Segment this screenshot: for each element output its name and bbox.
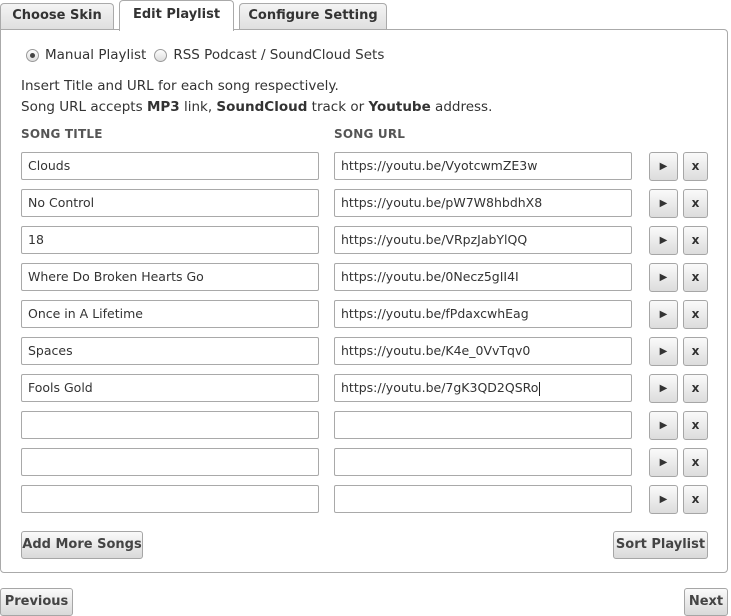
song-url-input[interactable] [334,485,632,513]
next-button[interactable]: Next [684,588,728,616]
song-row: Spaces https://youtu.be/K4e_0VvTqv0 ▶ x [21,337,711,366]
close-icon: x [691,159,700,173]
song-url-input[interactable]: https://youtu.be/pW7W8hbdhX8 [334,189,632,217]
song-url-input[interactable]: https://youtu.be/VyotcwmZE3w [334,152,632,180]
play-button[interactable]: ▶ [649,374,678,403]
help-line-2: Song URL accepts MP3 link, SoundCloud tr… [21,99,493,115]
close-icon: x [691,233,700,247]
delete-song-button[interactable]: x [683,448,708,477]
song-url-input[interactable]: https://youtu.be/0Necz5gII4I [334,263,632,291]
song-row: Fools Gold https://youtu.be/7gK3QD2QSRo ▶ x [21,374,711,403]
sort-playlist-button[interactable]: Sort Playlist [613,531,708,559]
tab-edit-playlist[interactable]: Edit Playlist [119,0,234,31]
song-title-input[interactable]: Fools Gold [21,374,319,402]
delete-song-button[interactable]: x [683,374,708,403]
play-icon: ▶ [659,272,668,283]
song-title-input[interactable] [21,448,319,476]
song-row: ▶ x [21,448,711,477]
previous-button[interactable]: Previous [0,588,73,616]
add-more-songs-button[interactable]: Add More Songs [21,531,143,559]
close-icon: x [691,418,700,432]
close-icon: x [691,307,700,321]
close-icon: x [691,492,700,506]
manual-playlist-radio[interactable] [26,48,39,62]
play-button[interactable]: ▶ [649,226,678,255]
help-line-1: Insert Title and URL for each song respe… [21,78,339,94]
song-url-input[interactable]: https://youtu.be/7gK3QD2QSRo [334,374,632,402]
delete-song-button[interactable]: x [683,411,708,440]
play-icon: ▶ [659,383,668,394]
edit-playlist-panel: Manual Playlist RSS Podcast / SoundCloud… [0,29,728,573]
song-row: Clouds https://youtu.be/VyotcwmZE3w ▶ x [21,152,711,181]
song-row: ▶ x [21,411,711,440]
rss-podcast-radio[interactable] [154,48,168,62]
close-icon: x [691,381,700,395]
delete-song-button[interactable]: x [683,337,708,366]
song-title-input[interactable]: Spaces [21,337,319,365]
close-icon: x [691,196,700,210]
play-button[interactable]: ▶ [649,448,678,477]
playlist-mode-group: Manual Playlist RSS Podcast / SoundCloud… [26,46,392,64]
delete-song-button[interactable]: x [683,263,708,292]
close-icon: x [691,270,700,284]
text-caret [539,381,541,396]
song-title-input[interactable]: Clouds [21,152,319,180]
song-url-header: SONG URL [334,127,406,141]
delete-song-button[interactable]: x [683,485,708,514]
tab-choose-skin[interactable]: Choose Skin [0,3,114,30]
song-row: 18 https://youtu.be/VRpzJabYlQQ ▶ x [21,226,711,255]
delete-song-button[interactable]: x [683,189,708,218]
song-title-input[interactable] [21,485,319,513]
song-row: Where Do Broken Hearts Go https://youtu.b… [21,263,711,292]
play-icon: ▶ [659,309,668,320]
play-button[interactable]: ▶ [649,411,678,440]
song-title-input[interactable] [21,411,319,439]
play-button[interactable]: ▶ [649,485,678,514]
song-url-input[interactable]: https://youtu.be/fPdaxcwhEag [334,300,632,328]
play-button[interactable]: ▶ [649,300,678,329]
close-icon: x [691,344,700,358]
rss-podcast-label[interactable]: RSS Podcast / SoundCloud Sets [173,47,384,63]
song-title-input[interactable]: Where Do Broken Hearts Go [21,263,319,291]
delete-song-button[interactable]: x [683,226,708,255]
song-url-input[interactable] [334,448,632,476]
tab-configure-setting[interactable]: Configure Setting [239,3,387,30]
play-icon: ▶ [659,346,668,357]
song-url-input[interactable] [334,411,632,439]
play-button[interactable]: ▶ [649,189,678,218]
song-title-header: SONG TITLE [21,127,103,141]
play-icon: ▶ [659,235,668,246]
play-icon: ▶ [659,494,668,505]
song-title-input[interactable]: 18 [21,226,319,254]
song-url-input[interactable]: https://youtu.be/K4e_0VvTqv0 [334,337,632,365]
play-button[interactable]: ▶ [649,337,678,366]
song-row: ▶ x [21,485,711,514]
delete-song-button[interactable]: x [683,300,708,329]
manual-playlist-label[interactable]: Manual Playlist [45,47,146,63]
play-icon: ▶ [659,198,668,209]
tab-bar: Choose Skin Edit Playlist Configure Sett… [0,0,731,31]
song-title-input[interactable]: Once in A Lifetime [21,300,319,328]
help-text: Insert Title and URL for each song respe… [21,76,492,118]
play-button[interactable]: ▶ [649,263,678,292]
song-row: No Control https://youtu.be/pW7W8hbdhX8 ▶ x [21,189,711,218]
song-url-input[interactable]: https://youtu.be/VRpzJabYlQQ [334,226,632,254]
play-icon: ▶ [659,161,668,172]
song-row: Once in A Lifetime https://youtu.be/fPdax… [21,300,711,329]
delete-song-button[interactable]: x [683,152,708,181]
play-button[interactable]: ▶ [649,152,678,181]
song-title-input[interactable]: No Control [21,189,319,217]
play-icon: ▶ [659,420,668,431]
play-icon: ▶ [659,457,668,468]
close-icon: x [691,455,700,469]
